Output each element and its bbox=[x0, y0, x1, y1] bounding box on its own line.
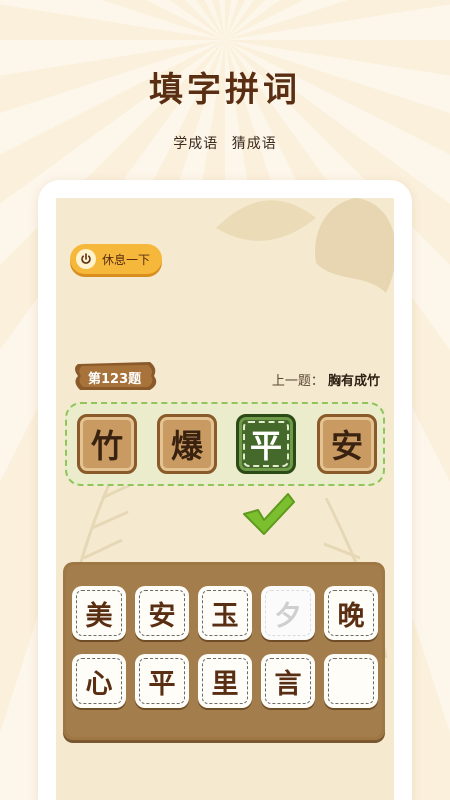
previous-answer: 胸有成竹 bbox=[327, 374, 380, 389]
monstera-leaf-icon bbox=[315, 198, 394, 293]
candidate-tile-used[interactable]: 夕 bbox=[261, 586, 315, 640]
answer-tile[interactable]: 竹 bbox=[77, 414, 137, 474]
candidate-tile[interactable]: 里 bbox=[198, 654, 252, 708]
checkmark-icon bbox=[243, 493, 295, 535]
subtitle-learn: 学成语 bbox=[173, 136, 219, 152]
candidate-tile[interactable]: 心 bbox=[72, 654, 126, 708]
previous-question: 上一题： 胸有成竹 bbox=[272, 370, 380, 389]
subtitle-guess: 猜成语 bbox=[231, 136, 277, 152]
candidate-tile[interactable]: 平 bbox=[135, 654, 189, 708]
answer-tile[interactable]: 爆 bbox=[157, 414, 217, 474]
level-tag: 第123题 bbox=[72, 360, 158, 392]
candidate-tile-empty[interactable] bbox=[324, 654, 378, 708]
candidate-tile[interactable]: 晚 bbox=[324, 586, 378, 640]
power-icon bbox=[76, 249, 96, 269]
app-title: 填字拼词 bbox=[149, 70, 301, 110]
candidate-tile[interactable]: 言 bbox=[261, 654, 315, 708]
answer-tile[interactable]: 安 bbox=[317, 414, 377, 474]
rest-button-label: 休息一下 bbox=[102, 252, 151, 267]
candidate-tile[interactable]: 美 bbox=[72, 586, 126, 640]
level-number: 第123题 bbox=[88, 372, 142, 387]
promo-header: 填字拼词 学成语 猜成语 bbox=[0, 62, 450, 153]
answer-tile-selected[interactable]: 平 bbox=[236, 414, 296, 474]
previous-label: 上一题： bbox=[271, 374, 324, 389]
rest-button[interactable]: 休息一下 bbox=[70, 244, 162, 274]
candidate-tile[interactable]: 安 bbox=[135, 586, 189, 640]
candidate-tile[interactable]: 玉 bbox=[198, 586, 252, 640]
app-subtitle: 学成语 猜成语 bbox=[0, 133, 450, 153]
